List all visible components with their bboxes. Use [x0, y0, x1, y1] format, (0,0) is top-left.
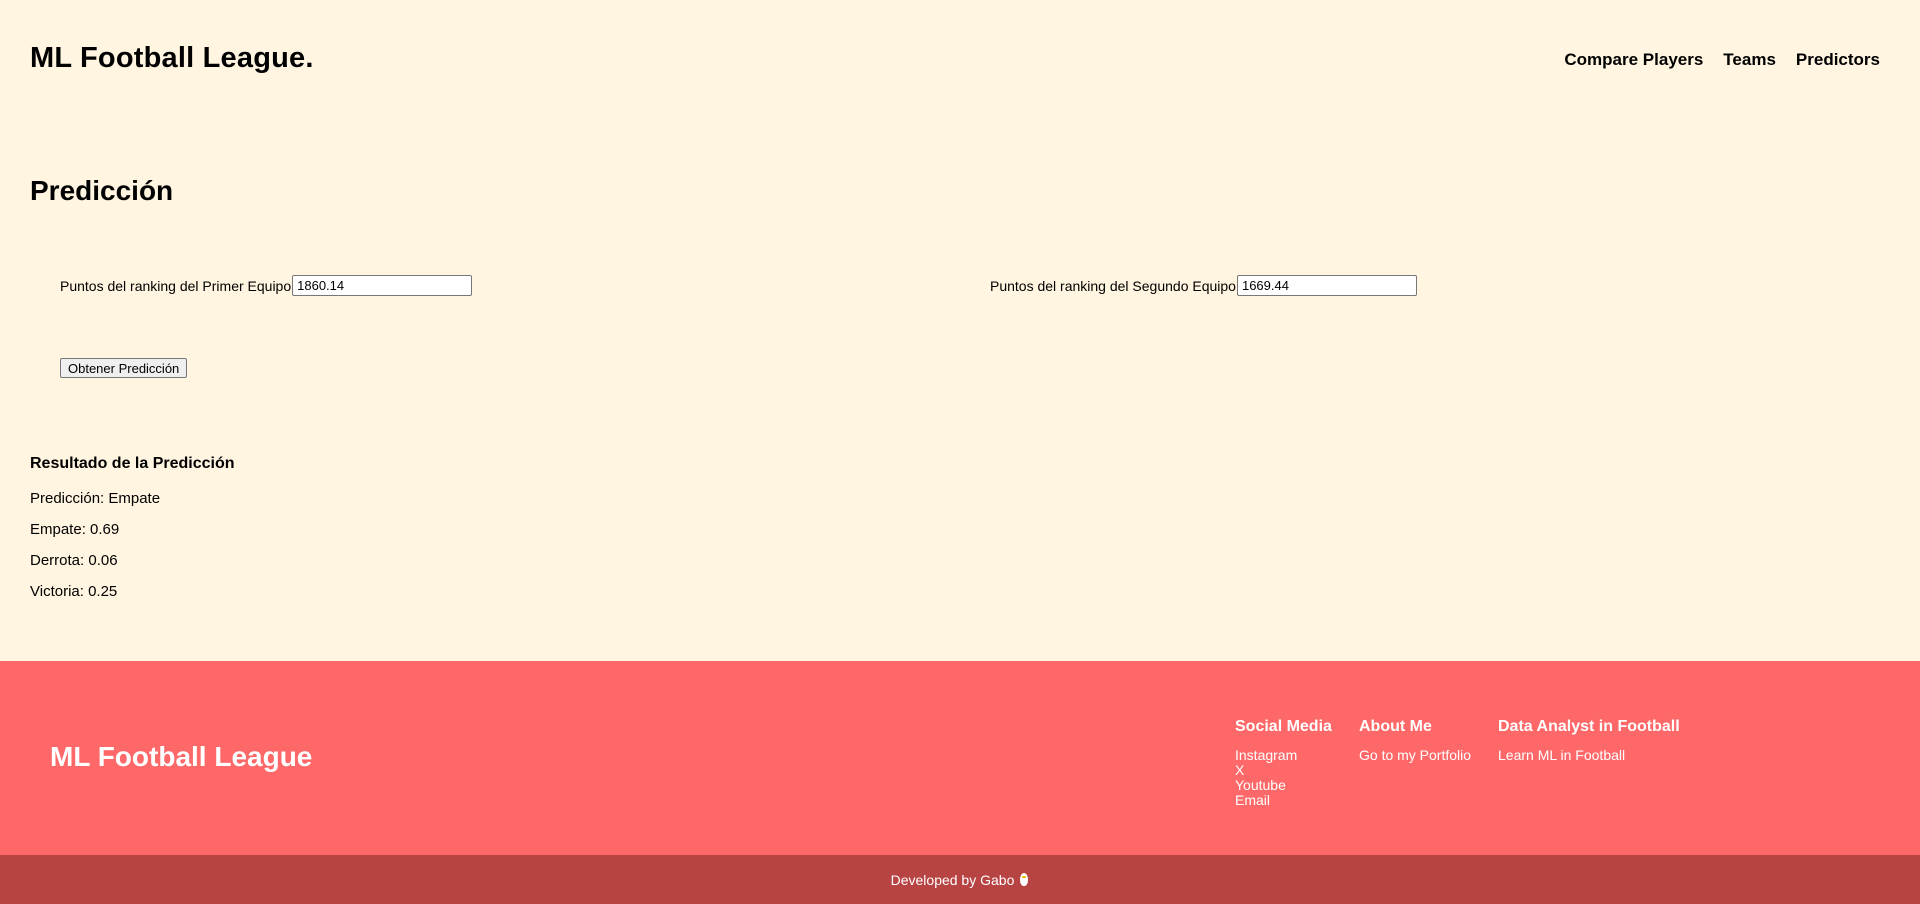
footer-column-title: Data Analyst in Football: [1498, 718, 1680, 735]
footer-brand: ML Football League: [50, 741, 313, 772]
credit-bar: Developed by Gabo: [0, 855, 1920, 904]
footer-link-x[interactable]: X: [1235, 763, 1332, 778]
footer-column-title: Social Media: [1235, 718, 1332, 735]
site-brand[interactable]: ML Football League.: [30, 42, 314, 75]
team2-label: Puntos del ranking del Segundo Equipo: [990, 277, 1236, 294]
site-footer: ML Football League Social Media Instagra…: [0, 661, 1920, 855]
main-nav: Compare Players Teams Predictors: [1564, 50, 1880, 70]
team1-label: Puntos del ranking del Primer Equipo: [60, 277, 292, 294]
team2-field: Puntos del ranking del Segundo Equipo: [990, 275, 1417, 296]
result-win: Victoria: 0.25: [30, 583, 118, 600]
result-title: Resultado de la Predicción: [30, 455, 235, 472]
footer-link-instagram[interactable]: Instagram: [1235, 748, 1332, 763]
nav-compare-players[interactable]: Compare Players: [1564, 50, 1703, 70]
footer-link-learn-ml[interactable]: Learn ML in Football: [1498, 748, 1680, 763]
footer-column-title: About Me: [1359, 718, 1432, 735]
get-prediction-button[interactable]: Obtener Predicción: [60, 358, 188, 378]
nav-predictors[interactable]: Predictors: [1796, 50, 1880, 70]
footer-column-data-analyst: Data Analyst in Football Learn ML in Foo…: [1498, 718, 1680, 763]
result-loss: Derrota: 0.06: [30, 552, 118, 569]
team1-ranking-input[interactable]: [292, 275, 473, 296]
penguin-icon: [1019, 872, 1029, 887]
footer-link-youtube[interactable]: Youtube: [1235, 778, 1332, 793]
site-header: ML Football League. Compare Players Team…: [0, 0, 1920, 120]
result-draw: Empate: 0.69: [30, 521, 120, 538]
team2-ranking-input[interactable]: [1236, 275, 1417, 296]
credit-text: Developed by Gabo: [890, 871, 1015, 888]
footer-column-about-me: About Me Go to my Portfolio: [1359, 718, 1471, 763]
footer-column-social-media: Social Media Instagram X Youtube Email: [1235, 718, 1332, 808]
footer-link-portfolio[interactable]: Go to my Portfolio: [1359, 748, 1471, 763]
nav-teams[interactable]: Teams: [1723, 50, 1776, 70]
team1-field: Puntos del ranking del Primer Equipo: [60, 275, 473, 296]
result-prediction: Predicción: Empate: [30, 490, 161, 507]
footer-link-email[interactable]: Email: [1235, 793, 1332, 808]
page-title: Predicción: [30, 175, 174, 206]
